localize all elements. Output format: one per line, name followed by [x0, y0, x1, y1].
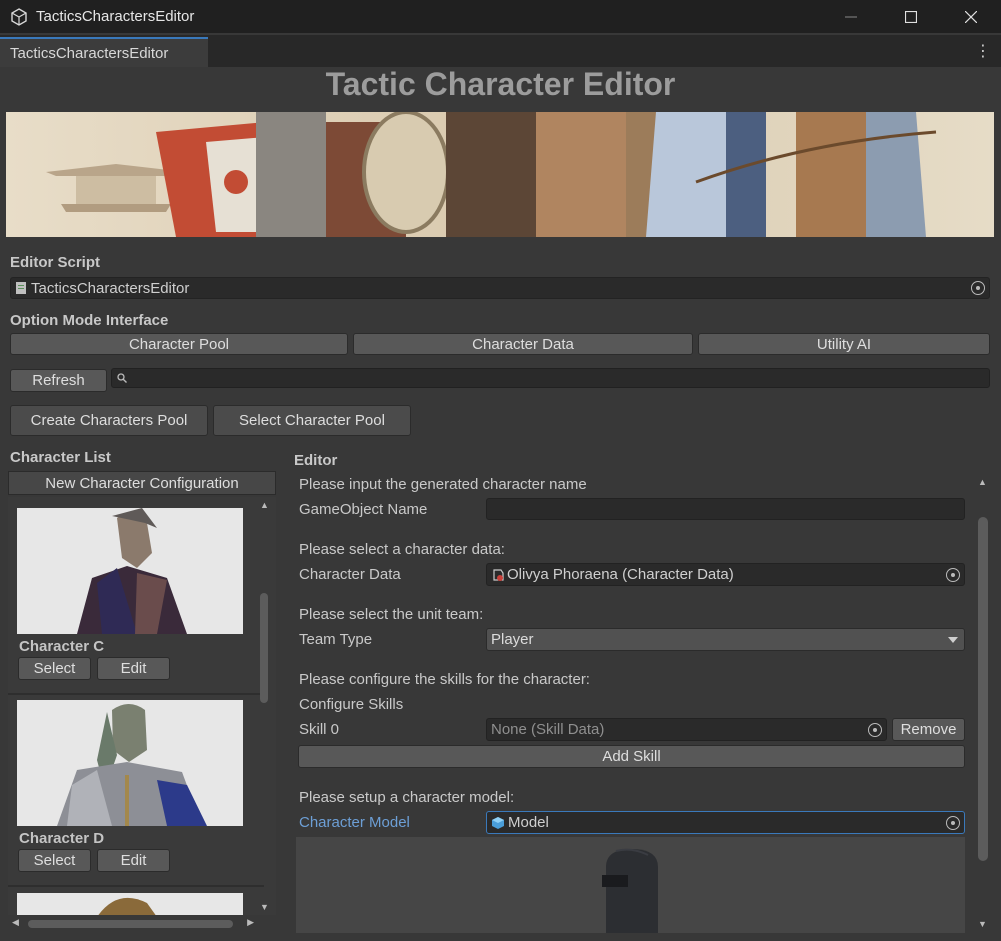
scroll-left-icon[interactable]: ◀ [12, 917, 19, 928]
utility-ai-mode-button[interactable]: Utility AI [698, 333, 990, 355]
more-options-icon[interactable]: ⋮ [975, 41, 991, 61]
character-data-field[interactable]: Olivya Phoraena (Character Data) [486, 563, 965, 586]
close-icon [965, 10, 977, 23]
search-icon [117, 373, 127, 383]
scrollbar-thumb[interactable] [28, 920, 233, 928]
scroll-down-icon[interactable]: ▼ [260, 902, 269, 912]
chevron-down-icon [948, 637, 958, 643]
select-character-button[interactable]: Select [18, 849, 91, 872]
character-portrait [17, 508, 243, 634]
character-model-value: Model [508, 814, 549, 831]
divider [8, 885, 264, 887]
list-vertical-scrollbar[interactable]: ▲ ▼ [258, 497, 270, 915]
character-pool-mode-button[interactable]: Character Pool [10, 333, 348, 355]
character-data-label: Character Data [299, 566, 401, 583]
unity-app-icon [11, 7, 27, 26]
minimize-icon [845, 16, 857, 17]
team-type-value: Player [491, 631, 534, 648]
editor-panel: Please input the generated character nam… [296, 471, 970, 933]
character-card: Character C Select Edit [16, 508, 266, 683]
configure-skills-title: Configure Skills [299, 696, 404, 713]
editor-script-label: Editor Script [10, 254, 101, 271]
select-character-button[interactable]: Select [18, 657, 91, 680]
character-model-field[interactable]: Model [486, 811, 965, 834]
edit-character-button[interactable]: Edit [97, 657, 170, 680]
character-list-label: Character List [10, 449, 111, 466]
editor-script-field[interactable]: TacticsCharactersEditor [10, 277, 990, 299]
add-skill-button[interactable]: Add Skill [298, 745, 965, 768]
model-prompt: Please setup a character model: [299, 789, 515, 806]
team-prompt: Please select the unit team: [299, 606, 484, 623]
scroll-right-icon[interactable]: ▶ [247, 917, 254, 928]
character-portrait [17, 893, 243, 915]
scroll-up-icon[interactable]: ▲ [260, 500, 269, 510]
scroll-down-icon[interactable]: ▼ [978, 919, 987, 929]
page-title: Tactic Character Editor [325, 66, 676, 102]
scroll-up-icon[interactable]: ▲ [978, 477, 987, 487]
character-name: Character C [19, 638, 105, 655]
minimize-button[interactable] [821, 0, 881, 33]
window-title: TacticsCharactersEditor [36, 8, 195, 25]
character-card: Character D Select Edit [16, 700, 266, 875]
maximize-icon [905, 10, 917, 23]
gameobject-name-input[interactable] [486, 498, 965, 520]
character-data-prompt: Please select a character data: [299, 541, 505, 558]
scrollbar-thumb[interactable] [260, 593, 268, 703]
close-button[interactable] [941, 0, 1001, 33]
scrollbar-thumb[interactable] [978, 517, 988, 861]
editor-vertical-scrollbar[interactable]: ▲ ▼ [976, 475, 990, 933]
divider [8, 693, 264, 695]
window-titlebar: TacticsCharactersEditor [0, 0, 1001, 33]
option-mode-label: Option Mode Interface [10, 312, 169, 329]
object-picker-icon[interactable] [868, 723, 882, 737]
character-model-label: Character Model [299, 814, 410, 831]
skill-0-field[interactable]: None (Skill Data) [486, 718, 887, 741]
editor-label: Editor [294, 452, 338, 469]
object-picker-icon[interactable] [946, 816, 960, 830]
maximize-button[interactable] [881, 0, 941, 33]
edit-character-button[interactable]: Edit [97, 849, 170, 872]
refresh-button[interactable]: Refresh [10, 369, 107, 392]
team-type-dropdown[interactable]: Player [486, 628, 965, 651]
remove-skill-button[interactable]: Remove [892, 718, 965, 741]
character-name: Character D [19, 830, 105, 847]
name-prompt: Please input the generated character nam… [299, 476, 587, 493]
capsule-model-preview [602, 848, 658, 933]
team-type-label: Team Type [299, 631, 373, 648]
select-character-pool-button[interactable]: Select Character Pool [213, 405, 411, 436]
character-data-asset-icon [493, 568, 504, 581]
search-input[interactable] [111, 368, 990, 388]
skill-0-value: None (Skill Data) [491, 721, 605, 738]
skills-prompt: Please configure the skills for the char… [299, 671, 590, 688]
new-character-configuration-button[interactable]: New Character Configuration [8, 471, 276, 495]
object-picker-icon[interactable] [946, 568, 960, 582]
character-list-panel: Character C Select Edit Character D Sele… [8, 497, 276, 915]
banner-image [6, 112, 994, 237]
character-data-mode-button[interactable]: Character Data [353, 333, 693, 355]
object-picker-icon[interactable] [971, 281, 985, 295]
create-characters-pool-button[interactable]: Create Characters Pool [10, 405, 208, 436]
gameobject-name-label: GameObject Name [299, 501, 428, 518]
script-file-icon [16, 282, 26, 294]
list-horizontal-scrollbar[interactable]: ◀ ▶ [10, 917, 256, 931]
tab-strip: TacticsCharactersEditor ⋮ [0, 35, 1001, 67]
model-preview[interactable] [296, 837, 965, 933]
editor-script-value: TacticsCharactersEditor [31, 279, 190, 297]
tab-tactics-characters-editor[interactable]: TacticsCharactersEditor [0, 37, 208, 67]
skill-0-label: Skill 0 [299, 721, 340, 738]
prefab-cube-icon [492, 816, 504, 829]
character-portrait [17, 700, 243, 826]
character-data-value: Olivya Phoraena (Character Data) [507, 566, 734, 583]
